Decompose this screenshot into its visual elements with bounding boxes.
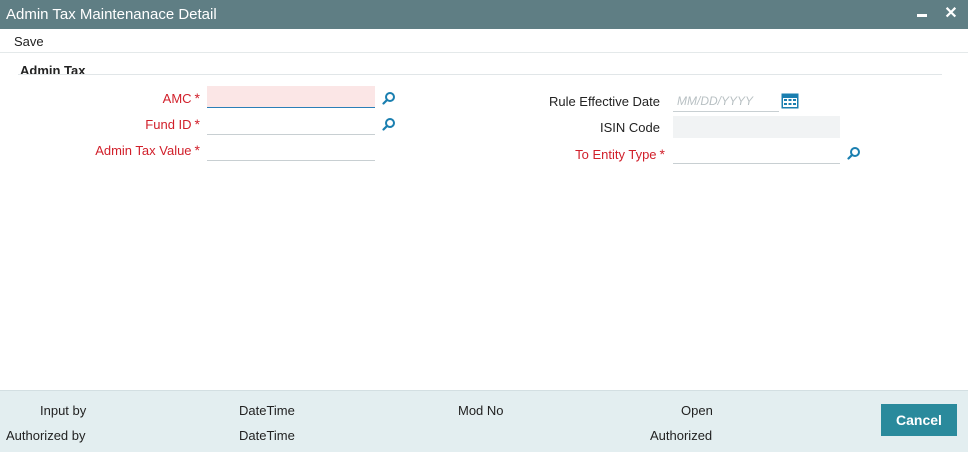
amc-label: AMC *	[163, 90, 200, 106]
authorized-by-label: Authorized by	[6, 428, 86, 443]
amc-search-icon[interactable]	[382, 91, 396, 105]
cancel-button[interactable]: Cancel	[881, 404, 957, 436]
admin-tax-value-label: Admin Tax Value *	[95, 142, 200, 158]
to-entity-type-label-text: To Entity Type	[575, 147, 657, 162]
input-datetime-label: DateTime	[239, 403, 295, 418]
required-mark: *	[659, 146, 665, 162]
calendar-icon[interactable]	[781, 93, 799, 109]
mod-no-label: Mod No	[458, 403, 504, 418]
to-entity-type-search-icon[interactable]	[847, 146, 861, 160]
isin-code-input	[673, 116, 840, 138]
isin-code-label: ISIN Code	[600, 120, 660, 135]
authorized-status-label: Authorized	[650, 428, 713, 443]
toolbar: Save	[0, 29, 968, 53]
save-button[interactable]: Save	[14, 34, 44, 49]
open-status-label: Open	[681, 403, 713, 418]
window-title: Admin Tax Maintenanace Detail	[6, 6, 217, 23]
rule-effective-date-input[interactable]	[673, 90, 779, 112]
amc-input[interactable]	[207, 86, 375, 108]
authorized-datetime-label: DateTime	[239, 428, 295, 443]
fund-id-label-text: Fund ID	[145, 117, 192, 132]
required-mark: *	[194, 116, 200, 132]
fund-id-search-icon[interactable]	[382, 117, 396, 131]
rule-effective-date-label: Rule Effective Date	[548, 94, 660, 109]
admin-tax-value-input[interactable]	[207, 139, 375, 161]
fund-id-input[interactable]	[207, 113, 375, 135]
close-icon[interactable]: ✕	[942, 4, 960, 24]
admin-tax-value-label-text: Admin Tax Value	[95, 143, 192, 158]
amc-label-text: AMC	[162, 91, 192, 106]
to-entity-type-input[interactable]	[673, 142, 840, 164]
required-mark: *	[194, 142, 200, 158]
input-by-label: Input by	[40, 403, 87, 418]
audit-footer	[0, 390, 968, 452]
required-mark: *	[194, 90, 200, 106]
window-titlebar: Admin Tax Maintenanace Detail ✕	[0, 0, 968, 29]
minimize-icon[interactable]	[913, 4, 931, 24]
fund-id-label: Fund ID *	[145, 116, 200, 132]
section-divider	[18, 74, 942, 75]
section-title: Admin Tax	[20, 63, 86, 78]
to-entity-type-label: To Entity Type *	[575, 146, 665, 162]
